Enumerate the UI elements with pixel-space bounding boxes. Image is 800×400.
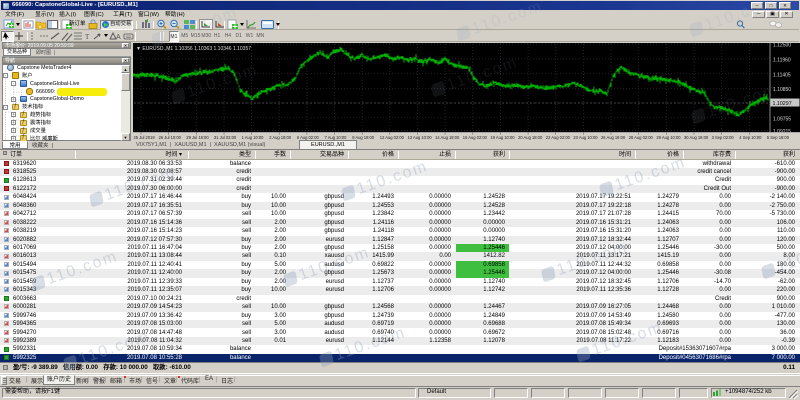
svg-text:T: T [85, 33, 90, 41]
svg-text:1.09755: 1.09755 [773, 116, 791, 122]
svg-text:▼ EURUSD.,M1 1.10356 1.10363: ▼ EURUSD.,M1 1.10356 1.10363 1.10346 1.1… [136, 46, 251, 52]
svg-text:1.10297: 1.10297 [773, 101, 792, 107]
svg-text:1.10850: 1.10850 [773, 87, 791, 93]
svg-text:1.11405: 1.11405 [773, 72, 791, 78]
svg-text:1.12500: 1.12500 [773, 43, 791, 49]
svg-text:1.11960: 1.11960 [773, 57, 791, 63]
svg-text:A: A [116, 34, 121, 41]
